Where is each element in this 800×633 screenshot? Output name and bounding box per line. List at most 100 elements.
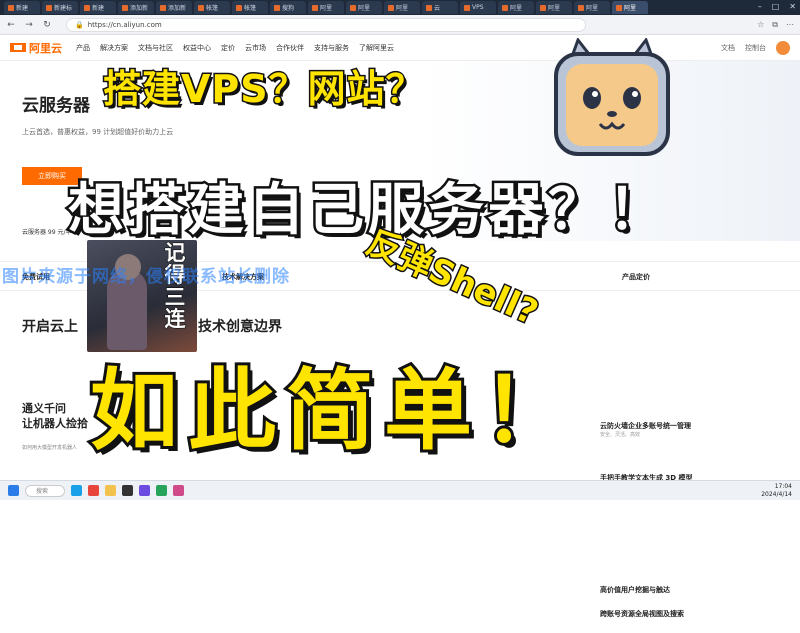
tab-favicon-icon	[540, 4, 546, 11]
card-title-line-1: 通义千问	[22, 402, 66, 415]
tab-label: 阿里	[396, 5, 409, 12]
nav-item[interactable]: 文档与社区	[138, 43, 173, 53]
tab-favicon-icon	[122, 4, 128, 11]
tab-label: 阿里	[624, 5, 637, 12]
tab-label: 搜狗	[282, 5, 295, 12]
nav-item[interactable]: 了解阿里云	[359, 43, 394, 53]
forward-icon[interactable]: →	[24, 20, 34, 30]
tab-favicon-icon	[388, 4, 394, 11]
tab-label: 帐篷	[206, 5, 219, 12]
tab-favicon-icon	[616, 4, 622, 11]
tab-pricing[interactable]: 产品定价	[600, 262, 800, 290]
tab-label: 新建	[92, 5, 105, 12]
browser-tab[interactable]: 阿里	[308, 1, 344, 14]
ultraman-photo: 记得三连	[87, 240, 197, 352]
files-icon[interactable]	[105, 485, 116, 496]
solution-card-desc: 安全、灵活、高效	[600, 432, 641, 438]
nav-item[interactable]: 合作伙伴	[276, 43, 304, 53]
app-icon[interactable]	[173, 485, 184, 496]
solution-card-title: 跨账号资源全局视图及搜索	[600, 610, 684, 618]
url-input[interactable]: 🔒 https://cn.aliyun.com	[66, 17, 586, 32]
menu-icon[interactable]: ⋯	[786, 20, 794, 30]
app-icon[interactable]	[139, 485, 150, 496]
tab-label: 阿里	[320, 5, 333, 12]
tab-favicon-icon	[426, 4, 432, 11]
watermark-text: 图片来源于网络，侵权联系站长删除	[2, 267, 290, 287]
solution-card[interactable]: 跨账号资源全局视图及搜索	[400, 609, 790, 633]
tab-favicon-icon	[274, 4, 280, 11]
extensions-icon[interactable]: ⧉	[772, 20, 778, 30]
nav-item[interactable]: 定价	[221, 43, 235, 53]
solution-card[interactable]: 高价值用户挖掘与触达	[400, 585, 790, 609]
tab-favicon-icon	[84, 4, 90, 11]
tab-label: 阿里	[510, 5, 523, 12]
address-bar: ← → ↻ 🔒 https://cn.aliyun.com ☆ ⧉ ⋯	[0, 15, 800, 35]
minimize-icon[interactable]: –	[758, 2, 762, 11]
browser-tab[interactable]: VPS	[460, 1, 496, 14]
browser-tab[interactable]: 帐篷	[194, 1, 230, 14]
browser-tab[interactable]: 新建	[4, 1, 40, 14]
aliyun-logo[interactable]: 阿里云	[10, 40, 62, 56]
star-icon[interactable]: ☆	[757, 20, 764, 30]
window-controls: – □ ✕	[758, 2, 796, 11]
reload-icon[interactable]: ↻	[42, 20, 52, 30]
edge-icon[interactable]	[71, 485, 82, 496]
browser-tab[interactable]: 阿里	[498, 1, 534, 14]
section-title-right: 技术创意边界	[198, 319, 282, 335]
tab-favicon-icon	[160, 4, 166, 11]
browser-tab[interactable]: 阿里	[384, 1, 420, 14]
clock-date: 2024/4/14	[761, 490, 792, 498]
windows-taskbar: 搜索 17:04 2024/4/14	[0, 480, 800, 500]
qwen-card-title[interactable]: 通义千问 让机器人捡拾	[22, 401, 88, 431]
browser-tab[interactable]: 添加新	[118, 1, 154, 14]
qwen-card-desc: 如何用大模型开发机器人	[22, 445, 78, 451]
back-icon[interactable]: ←	[6, 20, 16, 30]
nav-item[interactable]: 支持与服务	[314, 43, 349, 53]
nav-item[interactable]: 云市场	[245, 43, 266, 53]
overlay-main-title: 想搭建自己服务器？！	[66, 176, 668, 246]
taskbar-search[interactable]: 搜索	[25, 484, 65, 497]
tab-favicon-icon	[464, 4, 470, 11]
close-icon[interactable]: ✕	[789, 2, 796, 11]
chrome-icon[interactable]	[88, 485, 99, 496]
tab-favicon-icon	[312, 4, 318, 11]
maximize-icon[interactable]: □	[772, 2, 780, 11]
browser-tab[interactable]: 阿里	[574, 1, 610, 14]
tab-label: 阿里	[586, 5, 599, 12]
browser-tab[interactable]: 新建	[80, 1, 116, 14]
tab-favicon-icon	[198, 4, 204, 11]
mascot-cat-icon	[554, 38, 670, 156]
browser-tab[interactable]: 云	[422, 1, 458, 14]
browser-tab[interactable]: 阿里	[612, 1, 648, 14]
taskbar-clock[interactable]: 17:04 2024/4/14	[761, 483, 792, 499]
nav-docs[interactable]: 文档	[721, 43, 735, 53]
tab-label: 帐篷	[244, 5, 257, 12]
overlay-line-vps: 搭建VPS？网站？	[102, 66, 426, 113]
logo-mark-icon	[10, 43, 26, 52]
nav-item[interactable]: 权益中心	[183, 43, 211, 53]
nav-console[interactable]: 控制台	[745, 43, 766, 53]
app-icon[interactable]	[156, 485, 167, 496]
terminal-icon[interactable]	[122, 485, 133, 496]
browser-tab[interactable]: 阿里	[536, 1, 572, 14]
solution-card-title: 云防火墙企业多账号统一管理	[600, 422, 691, 430]
browser-tab[interactable]: 搜狗	[270, 1, 306, 14]
avatar[interactable]	[776, 40, 790, 55]
windows-start-icon[interactable]	[8, 485, 19, 496]
browser-tab[interactable]: 新建标	[42, 1, 78, 14]
tab-label: 阿里	[358, 5, 371, 12]
browser-tab-bar: 新建 新建标 新建 添加新 添加新 帐篷 帐篷 搜狗 阿里 阿里 阿里 云 VPS 阿里 阿里 阿里 阿里	[0, 0, 800, 15]
browser-tab[interactable]: 添加新	[156, 1, 192, 14]
nav-item[interactable]: 产品	[76, 43, 90, 53]
card-title-line-2: 让机器人捡拾	[22, 417, 88, 430]
tab-label: 新建	[16, 5, 29, 12]
tab-favicon-icon	[578, 4, 584, 11]
nav-item[interactable]: 解决方案	[100, 43, 128, 53]
hero-price: 云服务器 99 元/年	[22, 229, 72, 236]
tab-favicon-icon	[236, 4, 242, 11]
lock-icon: 🔒	[75, 20, 84, 29]
url-text: https://cn.aliyun.com	[87, 20, 162, 29]
browser-tab[interactable]: 帐篷	[232, 1, 268, 14]
logo-text: 阿里云	[29, 41, 62, 55]
browser-tab[interactable]: 阿里	[346, 1, 382, 14]
